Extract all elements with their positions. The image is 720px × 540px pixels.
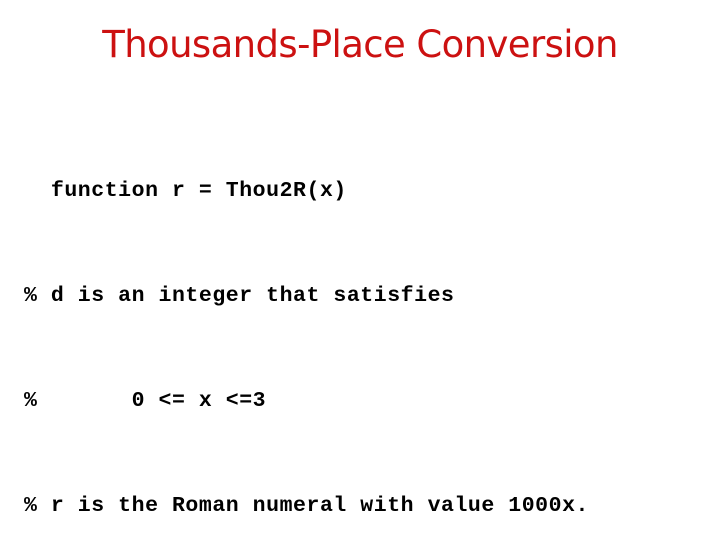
page-title: Thousands-Place Conversion xyxy=(102,23,618,66)
code-block: function r = Thou2R(x) % d is an integer… xyxy=(24,104,720,540)
slide-canvas: Thousands-Place Conversion function r = … xyxy=(0,0,720,540)
code-line-comment-d-integer: % d is an integer that satisfies xyxy=(24,284,455,308)
code-line-comment-range: % 0 <= x <=3 xyxy=(24,389,267,413)
code-line-comment-r-roman: % r is the Roman numeral with value 1000… xyxy=(24,494,589,518)
code-line-function-signature: function r = Thou2R(x) xyxy=(24,179,347,203)
